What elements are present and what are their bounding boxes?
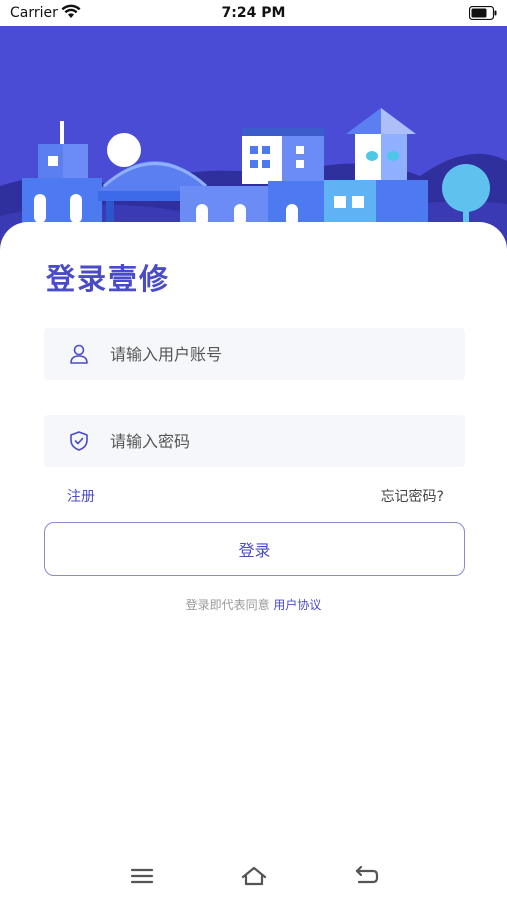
home-icon[interactable] (240, 864, 268, 888)
agreement-notice: 登录即代表同意 用户协议 (0, 596, 507, 613)
register-link[interactable]: 注册 (67, 486, 95, 506)
menu-icon[interactable] (128, 864, 156, 888)
page-title: 登录壹修 (46, 262, 171, 296)
username-field[interactable] (44, 328, 465, 380)
password-input[interactable] (110, 415, 450, 467)
back-icon[interactable] (353, 864, 381, 888)
forgot-password-link[interactable]: 忘记密码? (381, 486, 444, 506)
password-field[interactable] (44, 415, 465, 467)
user-agreement-link[interactable]: 用户协议 (273, 598, 321, 612)
username-input[interactable] (110, 328, 450, 380)
user-icon (70, 344, 88, 364)
shield-check-icon (70, 431, 88, 451)
status-time: 7:24 PM (221, 5, 286, 21)
system-nav-bar (0, 852, 507, 900)
agreement-prefix: 登录即代表同意 (185, 598, 274, 612)
battery-icon (469, 6, 497, 20)
login-button[interactable]: 登录 (44, 522, 465, 576)
status-bar: Carrier 7:24 PM (0, 0, 507, 26)
